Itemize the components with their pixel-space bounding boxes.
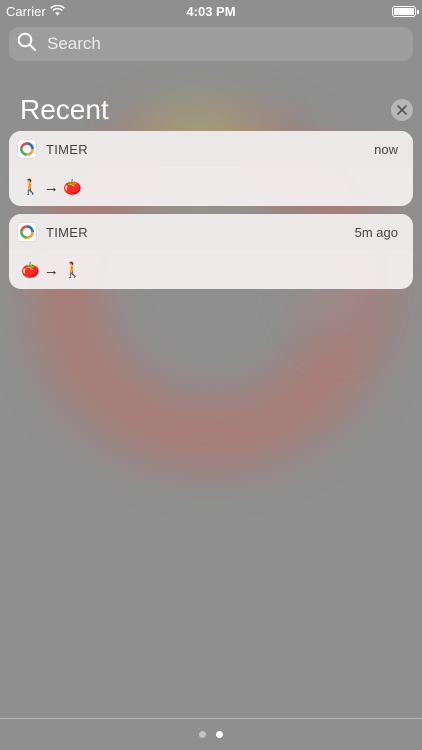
timer-app-icon: [17, 139, 37, 159]
divider: [0, 718, 422, 719]
wifi-icon: [49, 4, 65, 19]
search-input[interactable]: [47, 34, 413, 54]
notification-message: 🚶 → 🍅: [21, 178, 82, 196]
notification-card[interactable]: TIMER 5m ago 🍅 → 🚶: [9, 214, 413, 289]
clock: 4:03 PM: [186, 3, 236, 19]
clear-notifications-button[interactable]: [391, 99, 413, 121]
search-icon: [17, 32, 37, 57]
carrier-label: Carrier: [6, 3, 46, 19]
page-indicator[interactable]: [0, 731, 422, 739]
page-dot[interactable]: [199, 731, 206, 738]
notification-message: 🍅 → 🚶: [21, 261, 82, 279]
notification-app-name: TIMER: [46, 224, 88, 240]
timer-app-icon: [17, 222, 37, 242]
close-icon: [397, 105, 407, 115]
notification-app-name: TIMER: [46, 141, 88, 157]
notification-card[interactable]: TIMER now 🚶 → 🍅: [9, 131, 413, 206]
status-bar: Carrier 4:03 PM: [0, 0, 422, 22]
search-bar[interactable]: [9, 27, 413, 61]
notification-header: TIMER 5m ago: [9, 214, 413, 250]
section-title: Recent: [20, 94, 109, 125]
notification-time: 5m ago: [354, 224, 398, 240]
notification-header: TIMER now: [9, 131, 413, 167]
battery-icon: [391, 5, 419, 17]
recent-section-header: Recent: [0, 90, 422, 130]
page-dot-active[interactable]: [216, 731, 223, 738]
notification-time: now: [374, 141, 398, 157]
